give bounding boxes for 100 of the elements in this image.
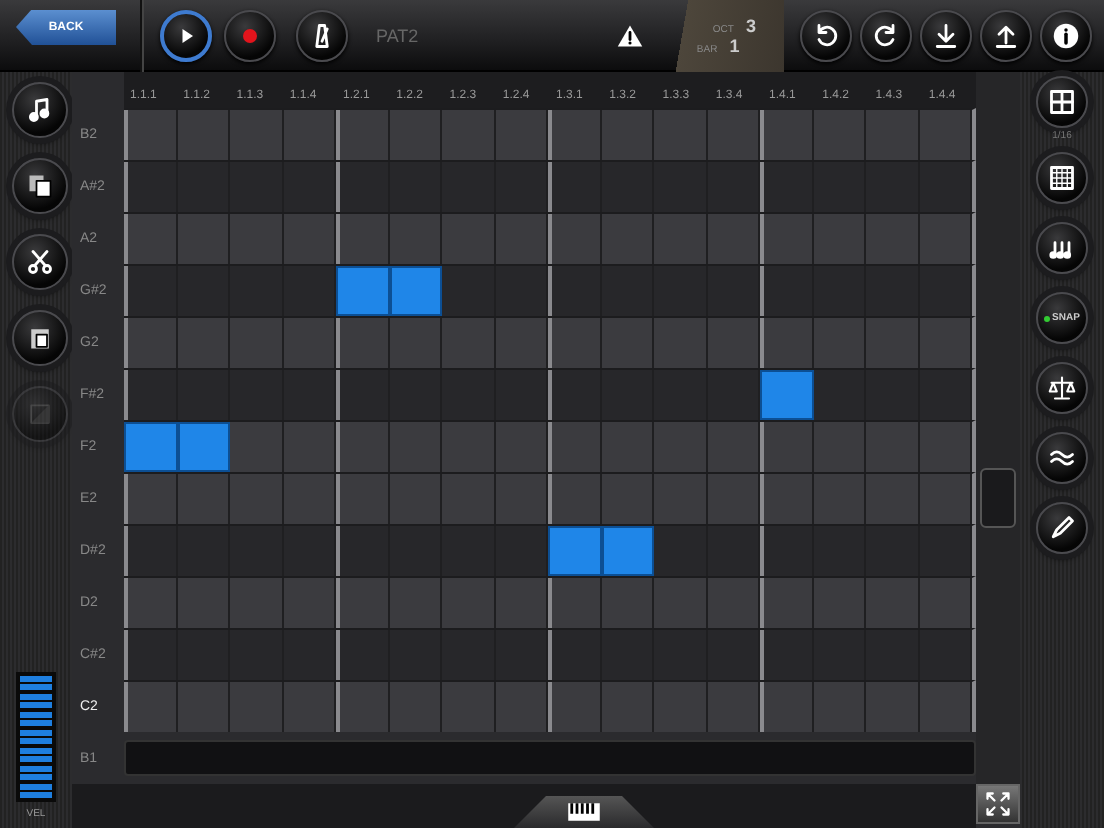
step-cell[interactable] (389, 682, 442, 732)
step-cell[interactable] (707, 214, 760, 264)
step-cell[interactable] (601, 630, 654, 680)
step-cell[interactable] (283, 682, 336, 732)
step-cell[interactable] (177, 214, 230, 264)
step-cell[interactable] (442, 578, 495, 628)
step-cell[interactable] (177, 162, 230, 212)
step-cell[interactable] (707, 630, 760, 680)
step-cell[interactable] (919, 630, 972, 680)
step-cell[interactable] (548, 162, 601, 212)
step-cell[interactable] (548, 526, 601, 576)
step-cell[interactable] (654, 370, 707, 420)
step-cell[interactable] (919, 266, 972, 316)
step-cell[interactable] (336, 162, 389, 212)
step-cell[interactable] (336, 318, 389, 368)
step-cell[interactable] (389, 578, 442, 628)
step-cell[interactable] (177, 422, 230, 472)
pencil-button[interactable] (1036, 502, 1088, 554)
step-cell[interactable] (919, 682, 972, 732)
undo-button[interactable] (800, 9, 852, 61)
step-cell[interactable] (336, 214, 389, 264)
step-cell[interactable] (442, 474, 495, 524)
step-cell[interactable] (760, 214, 813, 264)
step-cell[interactable] (813, 162, 866, 212)
step-cell[interactable] (230, 318, 283, 368)
step-cell[interactable] (866, 266, 919, 316)
step-cell[interactable] (919, 474, 972, 524)
paste-button[interactable] (12, 310, 68, 366)
metronome-button[interactable] (296, 9, 348, 61)
upload-button[interactable] (980, 9, 1032, 61)
step-cell[interactable] (760, 162, 813, 212)
step-cell[interactable] (813, 526, 866, 576)
step-cell[interactable] (760, 110, 813, 160)
step-cell[interactable] (283, 318, 336, 368)
step-cell[interactable] (548, 370, 601, 420)
step-cell[interactable] (654, 214, 707, 264)
expand-button[interactable] (976, 784, 1020, 824)
step-cell[interactable] (442, 370, 495, 420)
record-button[interactable] (224, 9, 276, 61)
step-cell[interactable] (813, 682, 866, 732)
step-cell[interactable] (230, 162, 283, 212)
step-cell[interactable] (124, 474, 177, 524)
step-cell[interactable] (495, 318, 548, 368)
step-cell[interactable] (495, 370, 548, 420)
step-cell[interactable] (283, 526, 336, 576)
step-cell[interactable] (389, 110, 442, 160)
step-cell[interactable] (654, 526, 707, 576)
step-cell[interactable] (866, 162, 919, 212)
step-cell[interactable] (124, 682, 177, 732)
step-cell[interactable] (601, 578, 654, 628)
note-length-button[interactable] (1036, 222, 1088, 274)
step-cell[interactable] (654, 682, 707, 732)
step-cell[interactable] (177, 630, 230, 680)
step-cell[interactable] (389, 318, 442, 368)
step-cell[interactable] (654, 578, 707, 628)
step-cell[interactable] (177, 526, 230, 576)
step-cell[interactable] (866, 578, 919, 628)
step-cell[interactable] (230, 214, 283, 264)
step-cell[interactable] (919, 526, 972, 576)
step-cell[interactable] (336, 370, 389, 420)
step-cell[interactable] (813, 578, 866, 628)
step-cell[interactable] (283, 578, 336, 628)
step-cell[interactable] (389, 162, 442, 212)
step-cell[interactable] (866, 630, 919, 680)
step-cell[interactable] (760, 526, 813, 576)
step-cell[interactable] (707, 318, 760, 368)
step-cell[interactable] (442, 214, 495, 264)
step-cell[interactable] (866, 526, 919, 576)
step-cell[interactable] (654, 318, 707, 368)
step-cell[interactable] (601, 214, 654, 264)
step-cell[interactable] (230, 630, 283, 680)
step-cell[interactable] (283, 214, 336, 264)
step-cell[interactable] (919, 422, 972, 472)
step-cell[interactable] (601, 682, 654, 732)
step-cell[interactable] (336, 110, 389, 160)
step-cell[interactable] (389, 474, 442, 524)
step-cell[interactable] (230, 370, 283, 420)
step-cell[interactable] (707, 682, 760, 732)
step-cell[interactable] (813, 370, 866, 420)
step-cell[interactable] (495, 214, 548, 264)
step-cell[interactable] (177, 318, 230, 368)
scroll-thumb[interactable] (980, 468, 1016, 528)
step-cell[interactable] (177, 682, 230, 732)
step-cell[interactable] (495, 162, 548, 212)
step-cell[interactable] (336, 266, 389, 316)
step-cell[interactable] (177, 110, 230, 160)
step-cell[interactable] (495, 422, 548, 472)
step-cell[interactable] (919, 110, 972, 160)
info-button[interactable] (1040, 9, 1092, 61)
step-cell[interactable] (866, 422, 919, 472)
step-cell[interactable] (866, 318, 919, 368)
step-cell[interactable] (813, 422, 866, 472)
step-cell[interactable] (230, 682, 283, 732)
step-cell[interactable] (866, 370, 919, 420)
step-cell[interactable] (124, 578, 177, 628)
step-cell[interactable] (124, 266, 177, 316)
step-cell[interactable] (230, 578, 283, 628)
step-cell[interactable] (495, 682, 548, 732)
step-cell[interactable] (654, 422, 707, 472)
horizontal-scrollbar[interactable] (124, 740, 976, 776)
